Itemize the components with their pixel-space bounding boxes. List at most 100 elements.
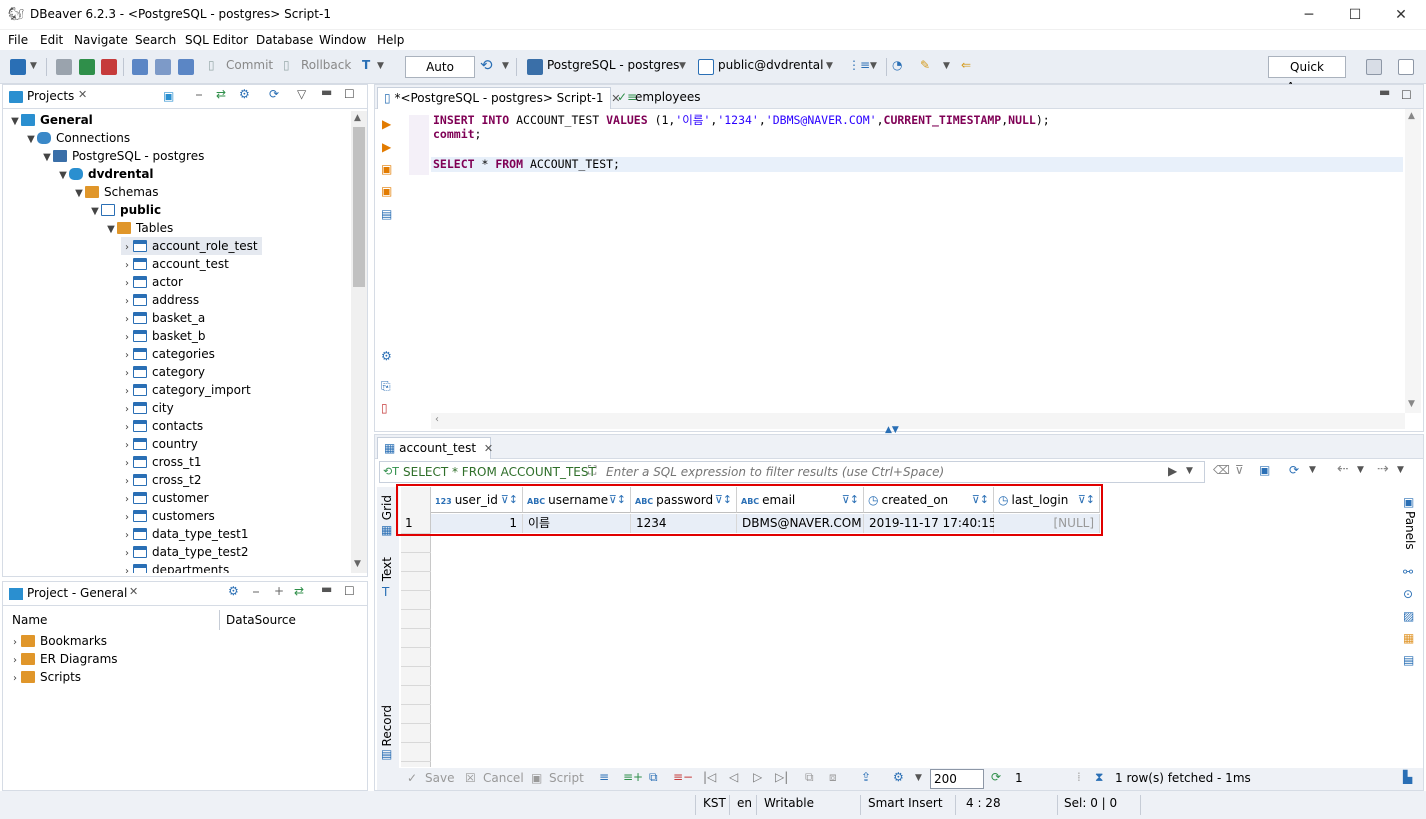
expand-icon[interactable]: + [274, 584, 284, 598]
gear-icon[interactable]: ⚙ [893, 770, 904, 784]
transaction-mode-combo[interactable]: Auto [405, 56, 475, 78]
tree-node-table[interactable]: › city [121, 399, 174, 417]
new-file-icon[interactable]: ▯ [381, 401, 388, 415]
scrollbar-thumb[interactable] [353, 127, 365, 287]
open-script-icon[interactable] [178, 59, 194, 75]
chevron-down-icon[interactable]: ▼ [377, 61, 384, 79]
column-header-name[interactable]: Name [12, 613, 47, 627]
apply-filter-icon[interactable]: ▶ [1168, 464, 1177, 478]
tree-node-table[interactable]: › account_role_test [121, 237, 262, 255]
save-filter-icon[interactable]: ▣ [1259, 463, 1270, 477]
script-button[interactable]: Script [549, 771, 584, 785]
refresh-icon[interactable]: ⟳ [991, 770, 1001, 784]
minimize-button[interactable]: ─ [1286, 0, 1332, 30]
collapse-all-icon[interactable]: ⎯ [253, 584, 259, 599]
gear-icon[interactable]: ⚙ [381, 349, 392, 363]
menu-edit[interactable]: Edit [40, 33, 63, 47]
minimize-view-icon[interactable]: ▬ [321, 85, 332, 99]
close-icon[interactable]: ✕ [78, 88, 87, 101]
save-button[interactable]: Save [425, 771, 454, 785]
execute-script-tabs-icon[interactable]: ▣ [381, 184, 392, 198]
explain-plan-icon[interactable]: ▤ [381, 207, 392, 221]
disconnect-icon[interactable] [101, 59, 117, 75]
editor-vertical-scrollbar[interactable]: ▲ ▼ [1405, 109, 1421, 413]
first-page-icon[interactable]: |◁ [703, 770, 716, 784]
results-tab[interactable]: ▦ account_test ✕ [377, 437, 493, 459]
panels-tab[interactable]: Panels [1403, 511, 1417, 550]
filter-input[interactable] [606, 463, 1166, 481]
next-page-icon[interactable]: ▷ [753, 770, 762, 784]
edit-row-icon[interactable]: ≡ [599, 770, 609, 784]
dashboard-icon[interactable]: ◔ [892, 58, 902, 76]
refresh-icon[interactable]: ⟳ [269, 87, 279, 101]
quick-access-input[interactable]: Quick Access [1268, 56, 1346, 94]
format-icon[interactable]: ⋮≡ [848, 58, 870, 76]
menu-sql-editor[interactable]: SQL Editor [185, 33, 248, 47]
tree-node-table[interactable]: › category [121, 363, 205, 381]
previous-page-icon[interactable]: ◁ [729, 770, 738, 784]
last-page-icon[interactable]: ▷| [775, 770, 788, 784]
tree-node-table[interactable]: › categories [121, 345, 215, 363]
tree-node-general[interactable]: ▼ General [9, 111, 93, 129]
collapse-all-icon[interactable]: ⎯ [196, 87, 202, 102]
tree-node-scripts[interactable]: › Scripts [9, 668, 81, 686]
grid-icon[interactable]: ▦ [381, 523, 392, 537]
chevron-down-icon[interactable]: ▼ [1309, 465, 1316, 475]
tree-node-table[interactable]: › customers [121, 507, 215, 525]
query-text[interactable]: SELECT * FROM ACCOUNT_TEST [403, 465, 596, 479]
chevron-down-icon[interactable]: ▼ [502, 61, 509, 79]
bookmark-icon[interactable]: ⇐ [961, 58, 971, 76]
fetch-all-icon[interactable]: ⧈ [829, 770, 837, 785]
tree-node-table[interactable]: › departments [121, 561, 229, 573]
tree-node-table[interactable]: › cross_t1 [121, 453, 201, 471]
menu-search[interactable]: Search [135, 33, 176, 47]
tree-node-table[interactable]: › actor [121, 273, 183, 291]
tree-node-database[interactable]: ▼ dvdrental [57, 165, 153, 183]
tree-node-table[interactable]: › cross_t2 [121, 471, 201, 489]
active-schema-selector[interactable]: public@dvdrental [718, 58, 824, 76]
tree-node-table[interactable]: › category_import [121, 381, 251, 399]
tools-icon[interactable]: ✎ [920, 58, 930, 76]
chevron-right-icon[interactable]: › [121, 563, 133, 573]
execute-statement-icon[interactable]: ▶ [382, 117, 391, 131]
chevron-down-icon[interactable]: ▼ [679, 61, 686, 79]
tree-node-bookmarks[interactable]: › Bookmarks [9, 632, 107, 650]
close-icon[interactable]: ✕ [129, 585, 138, 598]
chevron-down-icon[interactable]: ▼ [30, 61, 37, 79]
minimize-view-icon[interactable]: ▬ [321, 582, 332, 596]
tree-node-table[interactable]: › basket_a [121, 309, 205, 327]
gear-icon[interactable]: ⚙ [239, 87, 250, 101]
delete-row-icon[interactable]: ≡− [673, 770, 693, 784]
tree-node-table[interactable]: › account_test [121, 255, 229, 273]
back-icon[interactable]: ⇠ [1337, 461, 1349, 477]
editor-horizontal-scrollbar[interactable]: ‹ [431, 413, 1405, 429]
tree-node-schemas[interactable]: ▼ Schemas [73, 183, 158, 201]
value-viewer-icon[interactable]: ⚯ [1403, 565, 1413, 579]
calc-icon[interactable]: ⊙ [1403, 587, 1413, 601]
fetch-page-icon[interactable]: ⧉ [805, 770, 814, 785]
dbeaver-perspective-icon[interactable] [1398, 59, 1414, 75]
sql-code-area[interactable]: INSERT INTO ACCOUNT_TEST VALUES (1,'이름',… [431, 112, 1403, 412]
chevron-down-icon[interactable]: ▼ [870, 61, 877, 79]
chevron-down-icon[interactable]: ▼ [943, 61, 950, 79]
tree-node-tables[interactable]: ▼ Tables [105, 219, 173, 237]
rollback-button[interactable]: Rollback [301, 58, 351, 76]
projects-tab[interactable]: Projects [27, 89, 74, 103]
tree-node-table[interactable]: › basket_b [121, 327, 205, 345]
filter-history-icon[interactable]: ▼ [1186, 466, 1193, 476]
new-connection-icon[interactable] [10, 59, 26, 75]
grid-view-tab[interactable]: Grid [380, 495, 394, 520]
tree-node-schema-public[interactable]: ▼ public [89, 201, 161, 219]
minimize-editor-icon[interactable]: ▬ [1379, 85, 1390, 99]
sql-editor-icon[interactable] [132, 59, 148, 75]
execute-script-icon[interactable]: ▣ [381, 162, 392, 176]
clear-filter-icon[interactable]: ⌫ [1213, 463, 1230, 477]
commit-button[interactable]: Commit [226, 58, 273, 76]
transaction-mode-icon[interactable]: T [362, 58, 370, 76]
gear-icon[interactable]: ⚙ [228, 584, 239, 598]
tree-scrollbar[interactable]: ▲ ▼ [351, 111, 367, 573]
tree-node-table[interactable]: › address [121, 291, 199, 309]
menu-help[interactable]: Help [377, 33, 404, 47]
record-icon[interactable]: ▤ [381, 747, 392, 761]
tree-node-connection[interactable]: ▼ PostgreSQL - postgres [41, 147, 204, 165]
